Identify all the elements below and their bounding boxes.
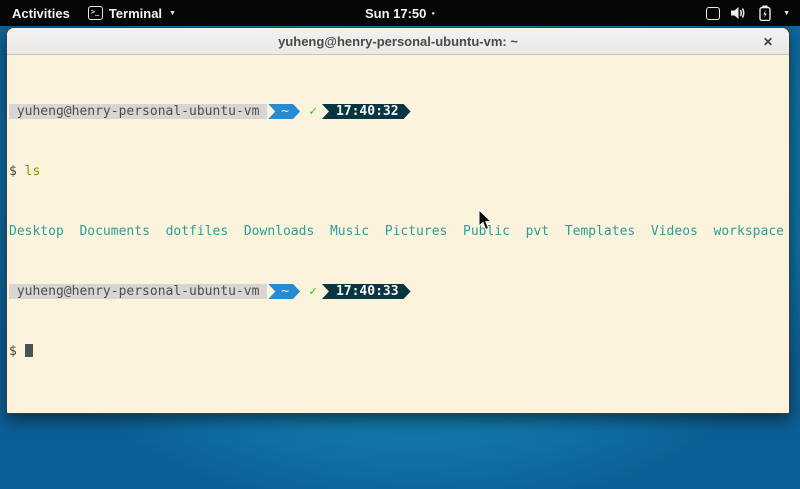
ls-output-line: Desktop Documents dotfiles Downloads Mus… <box>9 224 789 239</box>
system-menu-chevron-icon: ▼ <box>783 10 790 17</box>
prompt-symbol: $ <box>9 164 25 179</box>
directory-entry: Pictures <box>385 224 448 239</box>
directory-entry: Templates <box>565 224 635 239</box>
close-button[interactable]: ✕ <box>756 28 780 55</box>
command-line: $ <box>9 344 789 359</box>
battery-charging-icon <box>759 5 771 21</box>
system-status-area[interactable]: ▼ <box>706 0 800 26</box>
prompt-cwd-segment: ~ <box>268 284 300 299</box>
prompt-status-check-icon: ✓ <box>309 284 317 299</box>
prompt-status-check-icon: ✓ <box>309 104 317 119</box>
volume-icon <box>731 6 748 20</box>
activities-button[interactable]: Activities <box>12 6 70 21</box>
prompt-line: yuheng@henry-personal-ubuntu-vm ~ ✓ 17:40:… <box>9 284 789 299</box>
directory-entry: Desktop <box>9 224 64 239</box>
prompt-symbol: $ <box>9 344 25 359</box>
directory-entry: Music <box>330 224 369 239</box>
directory-entry: Documents <box>79 224 149 239</box>
terminal-content[interactable]: yuheng@henry-personal-ubuntu-vm ~ ✓ 17:40:… <box>7 55 789 413</box>
desktop: Activities >_ Terminal ▼ Sun 17:50 ● <box>0 0 800 489</box>
prompt-user-host: yuheng@henry-personal-ubuntu-vm <box>9 284 267 299</box>
notification-dot-icon: ● <box>431 11 435 17</box>
directory-entry: workspace <box>714 224 784 239</box>
terminal-window: yuheng@henry-personal-ubuntu-vm: ~ ✕ yuh… <box>6 27 790 414</box>
app-menu-label: Terminal <box>109 6 162 21</box>
directory-entry: dotfiles <box>166 224 229 239</box>
prompt-time-segment: 17:40:33 <box>322 284 411 299</box>
typed-command: ls <box>25 164 41 179</box>
directory-entry: Downloads <box>244 224 314 239</box>
command-line: $ ls <box>9 164 789 179</box>
app-menu-terminal[interactable]: >_ Terminal ▼ <box>88 6 176 21</box>
prompt-user-host: yuheng@henry-personal-ubuntu-vm <box>9 104 267 119</box>
terminal-icon: >_ <box>88 6 103 20</box>
directory-entry: Videos <box>651 224 698 239</box>
terminal-block-cursor <box>25 344 33 357</box>
mouse-cursor <box>478 209 493 231</box>
prompt-time-segment: 17:40:32 <box>322 104 411 119</box>
prompt-cwd-segment: ~ <box>268 104 300 119</box>
clock[interactable]: Sun 17:50 <box>365 6 426 21</box>
top-bar: Activities >_ Terminal ▼ Sun 17:50 ● <box>0 0 800 26</box>
window-titlebar[interactable]: yuheng@henry-personal-ubuntu-vm: ~ ✕ <box>7 28 789 55</box>
display-icon <box>706 7 720 20</box>
chevron-down-icon: ▼ <box>169 10 176 17</box>
window-title: yuheng@henry-personal-ubuntu-vm: ~ <box>278 34 518 49</box>
prompt-line: yuheng@henry-personal-ubuntu-vm ~ ✓ 17:40:… <box>9 104 789 119</box>
directory-entry: pvt <box>526 224 549 239</box>
